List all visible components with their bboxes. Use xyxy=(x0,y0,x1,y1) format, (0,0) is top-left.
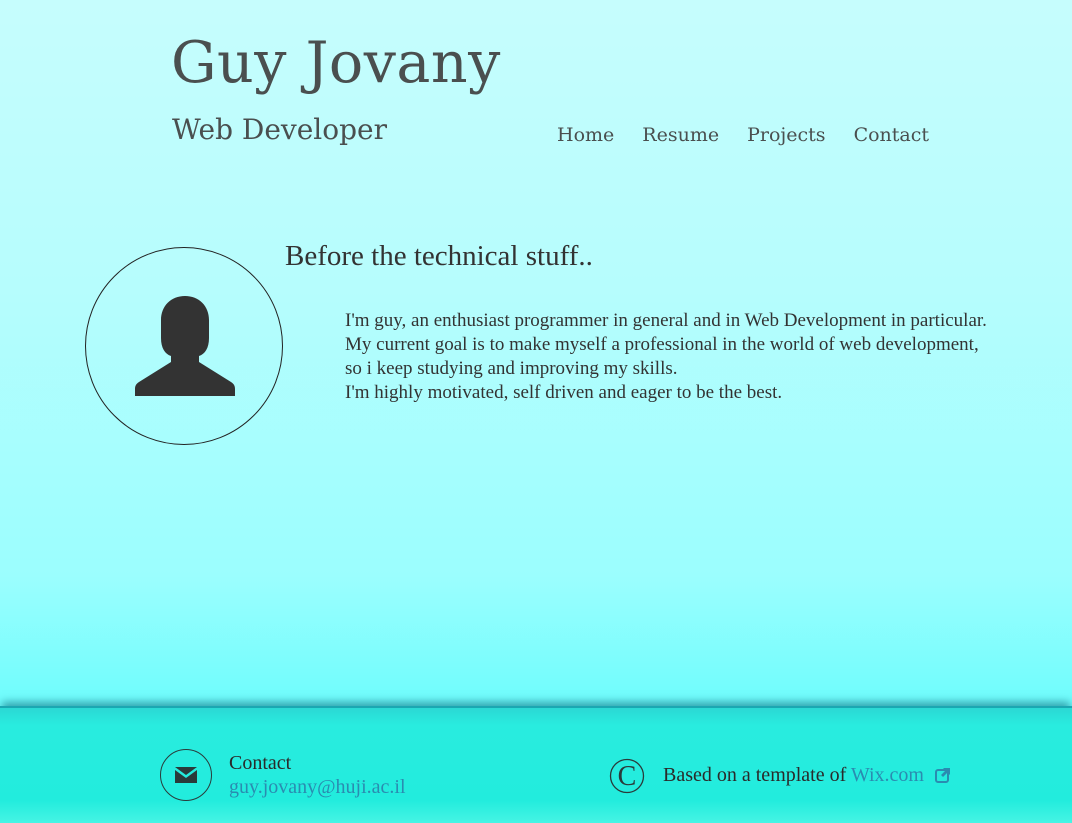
about-line: I'm highly motivated, self driven and ea… xyxy=(345,382,783,403)
user-silhouette-icon xyxy=(135,296,235,396)
footer: Contact guy.jovany@huji.ac.il C Based on… xyxy=(0,706,1072,823)
wix-link[interactable]: Wix.com xyxy=(851,764,924,786)
about-heading: Before the technical stuff.. xyxy=(285,240,593,272)
main-nav: Home Resume Projects Contact xyxy=(557,124,957,146)
about-line: I'm guy, an enthusiast programmer in gen… xyxy=(345,310,987,331)
contact-label: Contact xyxy=(229,752,292,774)
nav-item-home[interactable]: Home xyxy=(557,124,614,146)
template-prefix: Based on a template of xyxy=(663,764,847,786)
site-title: Guy Jovany xyxy=(171,30,501,96)
about-text: I'm guy, an enthusiast programmer in gen… xyxy=(345,309,1045,405)
about-line: My current goal is to make myself a prof… xyxy=(345,334,979,355)
contact-email-link[interactable]: guy.jovany@huji.ac.il xyxy=(229,776,406,799)
copyright-icon: C xyxy=(609,758,645,794)
nav-item-resume[interactable]: Resume xyxy=(642,124,719,146)
external-link-icon[interactable] xyxy=(935,767,951,783)
envelope-icon xyxy=(160,749,212,801)
nav-item-contact[interactable]: Contact xyxy=(854,124,929,146)
svg-text:C: C xyxy=(618,761,637,792)
site-subtitle: Web Developer xyxy=(172,113,387,146)
avatar xyxy=(85,247,283,445)
template-credit: Based on a template of Wix.com xyxy=(663,764,951,787)
main-area: Guy Jovany Web Developer Home Resume Pro… xyxy=(0,0,1072,706)
nav-item-projects[interactable]: Projects xyxy=(747,124,825,146)
about-line: so i keep studying and improving my skil… xyxy=(345,358,678,379)
